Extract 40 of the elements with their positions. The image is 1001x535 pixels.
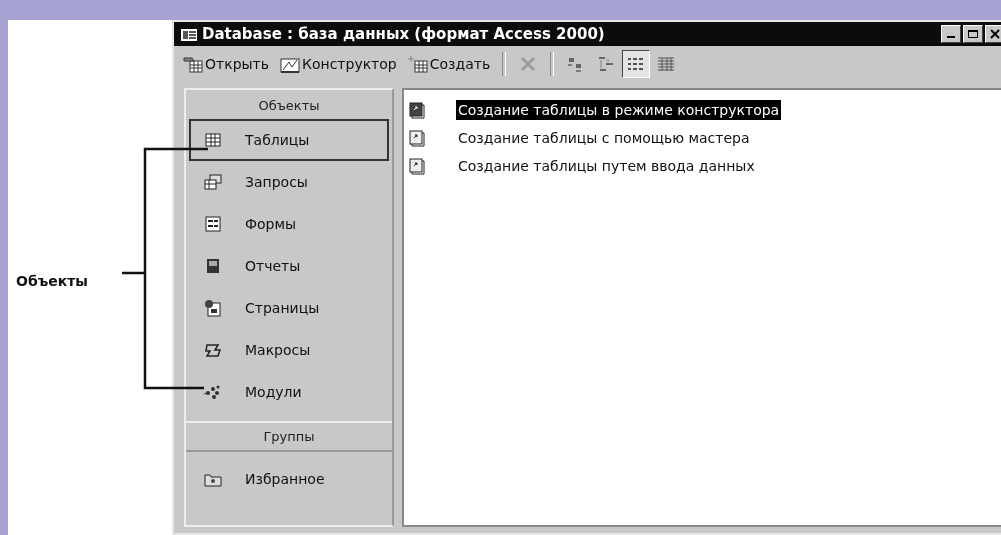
- query-icon: [203, 173, 223, 191]
- minimize-icon: [947, 36, 955, 38]
- details-icon: [656, 55, 677, 73]
- maximize-icon: [967, 29, 979, 39]
- table-icon: [203, 131, 223, 149]
- sidebar-item[interactable]: Избранное: [189, 458, 389, 500]
- database-icon: [180, 26, 198, 42]
- shortcut-icon: [408, 157, 426, 175]
- create-button[interactable]: Создать: [402, 53, 495, 75]
- list-item[interactable]: Создание таблицы путем ввода данных: [408, 154, 1001, 178]
- close-icon: [989, 29, 1001, 39]
- groups-header: Группы: [186, 421, 392, 452]
- callout-label: Объекты: [16, 272, 88, 289]
- list-view-button[interactable]: [622, 50, 651, 78]
- list-item[interactable]: Создание таблицы в режиме конструктора: [408, 98, 1001, 122]
- delete-icon: [519, 55, 538, 73]
- form-icon: [203, 215, 223, 233]
- macro-icon: [203, 341, 223, 359]
- objects-header: Объекты: [257, 97, 321, 115]
- minimize-button[interactable]: [941, 25, 961, 43]
- small-icons-icon: [598, 56, 615, 72]
- shortcut-icon: [408, 129, 426, 147]
- sidebar-item[interactable]: Таблицы: [189, 119, 389, 161]
- shortcut-icon: [408, 101, 426, 119]
- sidebar-item[interactable]: Макросы: [189, 329, 389, 371]
- sidebar-item[interactable]: Модули: [189, 371, 389, 413]
- sidebar-item[interactable]: Страницы: [189, 287, 389, 329]
- sidebar-item[interactable]: Запросы: [189, 161, 389, 203]
- chart-icon: [279, 55, 301, 73]
- page-icon: [203, 299, 223, 317]
- open-button[interactable]: Открыть: [178, 53, 273, 75]
- new-table-icon: [406, 55, 429, 73]
- list-item[interactable]: Создание таблицы с помощью мастера: [408, 126, 1001, 150]
- table-folder-icon: [182, 55, 204, 73]
- design-button[interactable]: Конструктор: [275, 53, 401, 75]
- window-title: Database : база данных (формат Access 2000): [202, 25, 605, 43]
- sidebar-item[interactable]: Формы: [189, 203, 389, 245]
- maximize-button[interactable]: [963, 25, 983, 43]
- close-button[interactable]: [985, 25, 1001, 43]
- sidebar-item[interactable]: Отчеты: [189, 245, 389, 287]
